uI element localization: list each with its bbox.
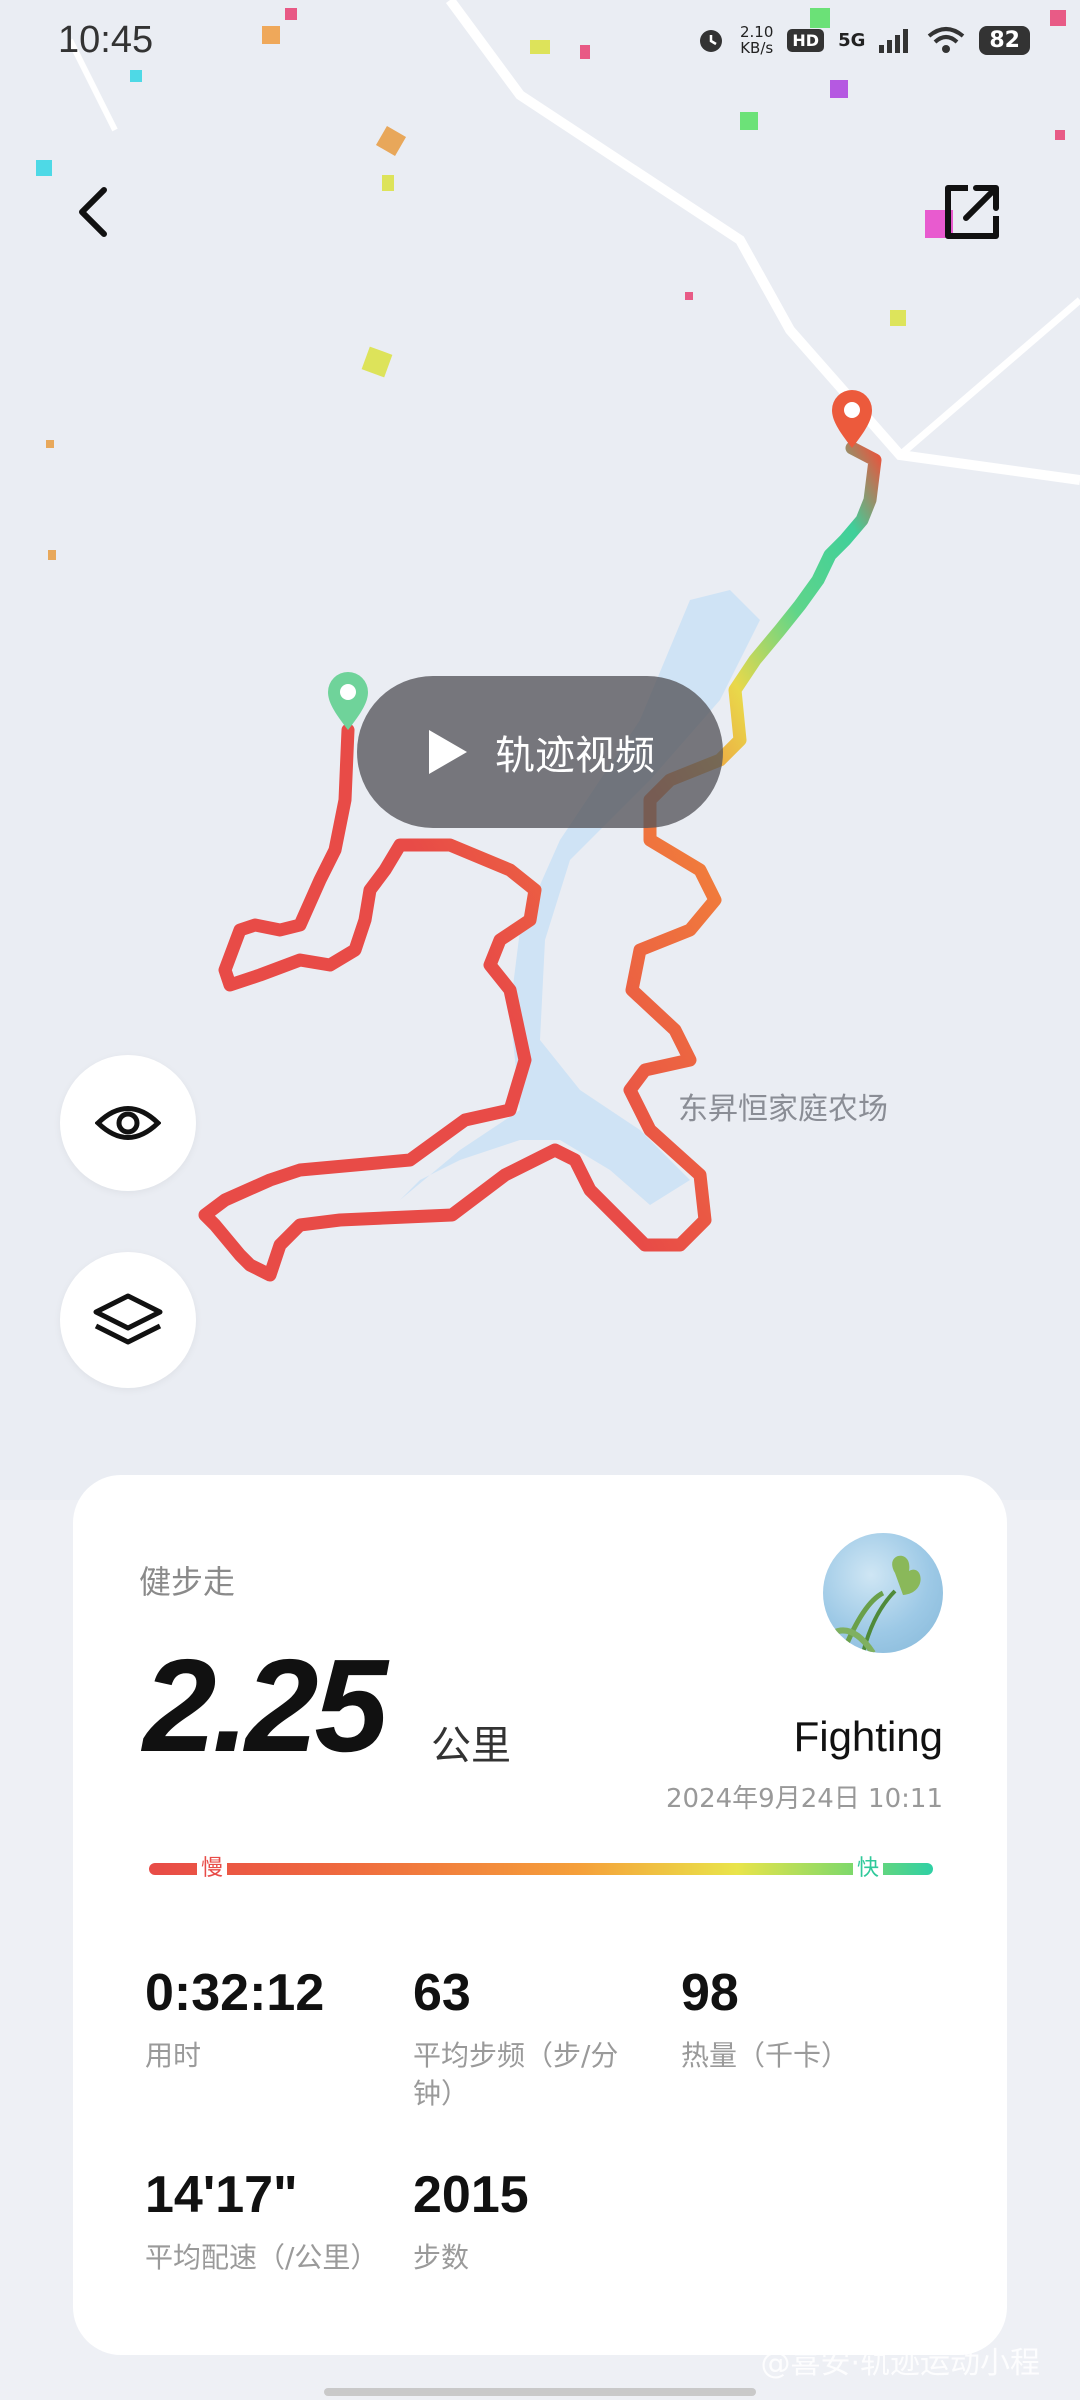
stat-label: 用时 <box>145 2039 202 2072</box>
battery-level: 82 <box>979 25 1030 55</box>
eye-icon <box>95 1106 161 1140</box>
stat-label: 热量（千卡） <box>681 2039 850 2072</box>
speed-unit: KB/s <box>740 39 774 57</box>
watermark: @喜安·轨迹运动小程 <box>760 2346 1040 2381</box>
avatar-image <box>831 1555 921 1653</box>
signal-icon <box>879 29 909 53</box>
stat-value: 63 <box>413 1964 471 2022</box>
activity-type: 健步走 <box>139 1563 236 1601</box>
layers-button[interactable] <box>60 1252 196 1388</box>
stat-label: 平均配速（/公里） <box>145 2241 379 2274</box>
share-icon <box>945 185 999 239</box>
pace-fast-label: 快 <box>853 1857 884 1881</box>
speed-value: 2.10 <box>739 23 774 41</box>
network-speed: 2.10 KB/s <box>740 24 773 56</box>
stat-calories: 98 热量（千卡） <box>681 1963 941 2075</box>
status-time: 10:45 <box>58 18 154 61</box>
distance-value: 2.25 <box>143 1632 388 1779</box>
stat-pace: 14'17" 平均配速（/公里） <box>145 2165 405 2277</box>
stat-value: 0:32:12 <box>145 1964 325 2022</box>
distance-unit: 公里 <box>431 1723 511 1769</box>
stat-value: 98 <box>681 1964 739 2022</box>
layers-icon <box>93 1293 163 1345</box>
stat-steps: 2015 步数 <box>413 2165 673 2277</box>
stat-cadence: 63 平均步频（步/分钟） <box>413 1963 643 2113</box>
username: Fighting <box>793 1713 943 1760</box>
hd-badge: HD <box>787 28 825 52</box>
back-button[interactable] <box>52 172 132 252</box>
status-icons: 2.10 KB/s HD 5G 82 <box>696 24 1030 56</box>
stat-value: 14'17" <box>145 2166 298 2224</box>
route-track <box>198 441 882 1282</box>
track-video-button[interactable]: 轨迹视频 <box>357 676 723 828</box>
end-pin-icon <box>832 390 872 448</box>
track-video-label: 轨迹视频 <box>495 733 655 779</box>
start-pin-icon <box>328 672 368 730</box>
workout-summary-card: 健步走 2.25 公里 Fighting 2024年9月24日 10:11 慢 … <box>73 1475 1007 2355</box>
pace-slow-label: 慢 <box>197 1857 228 1881</box>
share-button[interactable] <box>932 172 1012 252</box>
status-bar: 10:45 2.10 KB/s HD 5G 82 <box>0 0 1080 80</box>
visibility-toggle-button[interactable] <box>60 1055 196 1191</box>
pace-gradient-bar <box>149 1863 933 1875</box>
play-icon <box>429 730 467 774</box>
stat-duration: 0:32:12 用时 <box>145 1963 405 2075</box>
road <box>897 297 1080 458</box>
back-arrow-icon <box>79 187 107 237</box>
stat-label: 平均步频（步/分钟） <box>413 2039 619 2110</box>
stat-label: 步数 <box>413 2241 470 2274</box>
home-indicator[interactable] <box>324 2388 756 2396</box>
workout-timestamp: 2024年9月24日 10:11 <box>666 1784 943 1814</box>
alarm-icon <box>699 30 722 52</box>
map-place-label: 东昇恒家庭农场 <box>678 1092 888 1127</box>
avatar[interactable] <box>823 1533 943 1653</box>
confetti <box>36 8 1066 560</box>
wifi-icon <box>928 27 965 53</box>
network-type: 5G <box>838 29 866 51</box>
stat-value: 2015 <box>413 2166 529 2224</box>
